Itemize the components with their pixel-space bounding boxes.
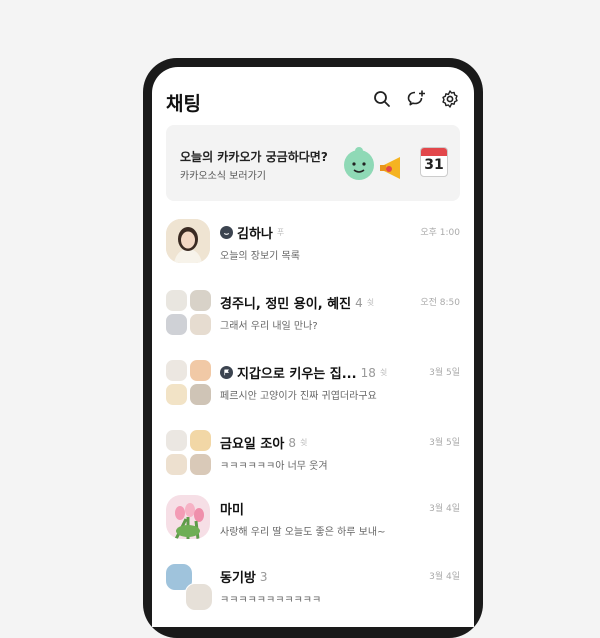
timestamp: 3월 5일 xyxy=(429,368,460,378)
timestamp: 3월 4일 xyxy=(429,504,460,514)
last-message: 그래서 우리 내일 만나? xyxy=(220,321,318,332)
member-count: 18 xyxy=(360,365,376,380)
last-message: ㅋㅋㅋㅋㅋㅋ아 너무 웃겨 xyxy=(220,461,328,472)
chat-name: 금요일 조아 8 쉿 xyxy=(220,435,308,453)
chat-row[interactable]: 금요일 조아 8 쉿 ㅋㅋㅋㅋㅋㅋ아 너무 웃겨 3월 5일 xyxy=(152,427,474,479)
mute-icon: 쉿 xyxy=(299,438,308,447)
member-count: 8 xyxy=(288,435,296,450)
member-count: 4 xyxy=(355,295,363,310)
chat-screen: 채팅 오늘의 카카오가 궁금하다면? 카카오소식 보러가기 31 김하나 푸 오… xyxy=(152,67,474,627)
settings-icon[interactable] xyxy=(440,89,460,109)
chat-name: 마미 xyxy=(220,503,244,518)
chat-row[interactable]: 김하나 푸 오늘의 장보기 목록 오후 1:00 xyxy=(152,217,474,269)
header: 채팅 xyxy=(166,89,460,115)
new-chat-icon[interactable] xyxy=(406,89,426,109)
chat-row[interactable]: 마미 사랑해 우리 딸 오늘도 좋은 하루 보내~ 3월 4일 xyxy=(152,493,474,545)
chat-row[interactable]: 동기방 3 ㅋㅋㅋㅋㅋㅋㅋㅋㅋㅋㅋ 3월 4일 xyxy=(152,561,474,613)
last-message: ㅋㅋㅋㅋㅋㅋㅋㅋㅋㅋㅋ xyxy=(220,595,322,606)
group-avatar xyxy=(165,563,213,611)
pin-icon: 푸 xyxy=(276,228,285,237)
timestamp: 오전 8:50 xyxy=(420,298,460,308)
megaphone-icon xyxy=(380,157,400,179)
chat-row[interactable]: 지갑으로 키우는 집... 18 쉿 페르시안 고양이가 진짜 귀엽더라구요 3… xyxy=(152,357,474,409)
chat-name: 김하나 푸 xyxy=(220,223,284,242)
timestamp: 오후 1:00 xyxy=(420,228,460,238)
chat-name: 동기방 3 xyxy=(220,569,268,587)
chat-name: 경주니, 정민 용이, 혜진 4 쉿 xyxy=(220,295,375,313)
mute-icon: 쉿 xyxy=(366,298,375,307)
chat-row[interactable]: 경주니, 정민 용이, 혜진 4 쉿 그래서 우리 내일 만나? 오전 8:50 xyxy=(152,287,474,339)
last-message: 사랑해 우리 딸 오늘도 좋은 하루 보내~ xyxy=(220,527,386,538)
me-badge-icon xyxy=(220,226,233,239)
avatar xyxy=(166,495,210,539)
group-avatar xyxy=(165,359,213,407)
chat-name: 지갑으로 키우는 집... 18 쉿 xyxy=(220,363,387,382)
last-message: 오늘의 장보기 목록 xyxy=(220,251,300,262)
page-title: 채팅 xyxy=(166,93,201,115)
timestamp: 3월 5일 xyxy=(429,438,460,448)
member-count: 3 xyxy=(259,569,268,584)
search-icon[interactable] xyxy=(372,89,392,109)
banner-illustration: 31 xyxy=(342,145,450,185)
character-icon xyxy=(344,147,374,180)
last-message: 페르시안 고양이가 진짜 귀엽더라구요 xyxy=(220,391,377,402)
timestamp: 3월 4일 xyxy=(429,572,460,582)
banner-subtitle: 카카오소식 보러가기 xyxy=(180,171,266,182)
calendar-icon: 31 xyxy=(420,147,448,177)
group-avatar xyxy=(165,289,213,337)
open-chat-badge-icon xyxy=(220,366,233,379)
mute-icon: 쉿 xyxy=(379,368,388,377)
kakao-news-banner[interactable]: 오늘의 카카오가 궁금하다면? 카카오소식 보러가기 31 xyxy=(166,125,460,201)
banner-title: 오늘의 카카오가 궁금하다면? xyxy=(180,150,328,164)
calendar-day: 31 xyxy=(424,157,444,173)
group-avatar xyxy=(165,429,213,477)
avatar xyxy=(166,219,210,263)
